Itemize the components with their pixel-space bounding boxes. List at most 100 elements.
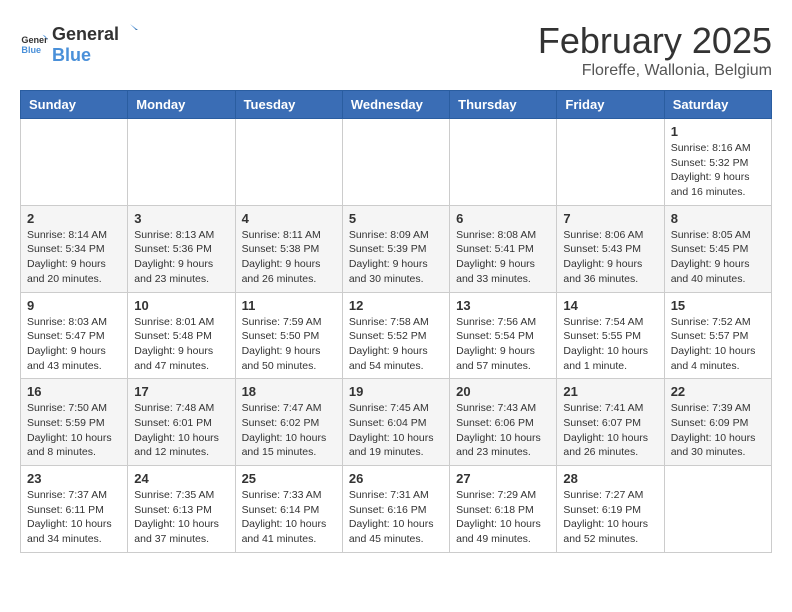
day-number: 14	[563, 298, 657, 313]
day-number: 3	[134, 211, 228, 226]
day-number: 16	[27, 384, 121, 399]
day-info: Sunrise: 7:33 AM Sunset: 6:14 PM Dayligh…	[242, 488, 336, 547]
day-info: Sunrise: 7:47 AM Sunset: 6:02 PM Dayligh…	[242, 401, 336, 460]
day-info: Sunrise: 7:54 AM Sunset: 5:55 PM Dayligh…	[563, 315, 657, 374]
day-number: 4	[242, 211, 336, 226]
calendar-week-row: 16 Sunrise: 7:50 AM Sunset: 5:59 PM Dayli…	[21, 379, 772, 466]
calendar-cell: 8Sunrise: 8:05 AM Sunset: 5:45 PM Daylig…	[664, 205, 771, 292]
day-number: 2	[27, 211, 121, 226]
day-number: 21	[563, 384, 657, 399]
calendar-cell: 3 Sunrise: 8:13 AM Sunset: 5:36 PM Daylig…	[128, 205, 235, 292]
weekday-header-tuesday: Tuesday	[235, 91, 342, 119]
day-info: Sunrise: 8:06 AM Sunset: 5:43 PM Dayligh…	[563, 228, 657, 287]
calendar-cell	[21, 119, 128, 206]
day-info: Sunrise: 7:35 AM Sunset: 6:13 PM Dayligh…	[134, 488, 228, 547]
day-info: Sunrise: 8:14 AM Sunset: 5:34 PM Dayligh…	[27, 228, 121, 287]
calendar-cell: 9 Sunrise: 8:03 AM Sunset: 5:47 PM Daylig…	[21, 292, 128, 379]
weekday-header-wednesday: Wednesday	[342, 91, 449, 119]
day-info: Sunrise: 8:01 AM Sunset: 5:48 PM Dayligh…	[134, 315, 228, 374]
calendar-cell: 4 Sunrise: 8:11 AM Sunset: 5:38 PM Daylig…	[235, 205, 342, 292]
day-number: 8	[671, 211, 765, 226]
day-number: 15	[671, 298, 765, 313]
calendar-header-row: SundayMondayTuesdayWednesdayThursdayFrid…	[21, 91, 772, 119]
day-info: Sunrise: 7:45 AM Sunset: 6:04 PM Dayligh…	[349, 401, 443, 460]
logo-icon: General Blue	[20, 29, 48, 57]
calendar-cell	[235, 119, 342, 206]
day-number: 18	[242, 384, 336, 399]
calendar-cell: 15 Sunrise: 7:52 AM Sunset: 5:57 PM Dayli…	[664, 292, 771, 379]
calendar-cell: 20 Sunrise: 7:43 AM Sunset: 6:06 PM Dayli…	[450, 379, 557, 466]
day-number: 1	[671, 124, 765, 139]
calendar-cell	[342, 119, 449, 206]
calendar-cell: 19Sunrise: 7:45 AM Sunset: 6:04 PM Dayli…	[342, 379, 449, 466]
calendar-cell: 13 Sunrise: 7:56 AM Sunset: 5:54 PM Dayli…	[450, 292, 557, 379]
logo-general-text: General	[52, 24, 119, 45]
logo: General Blue General Blue	[20, 20, 141, 66]
weekday-header-thursday: Thursday	[450, 91, 557, 119]
day-info: Sunrise: 7:59 AM Sunset: 5:50 PM Dayligh…	[242, 315, 336, 374]
calendar-cell: 25 Sunrise: 7:33 AM Sunset: 6:14 PM Dayli…	[235, 466, 342, 553]
day-number: 10	[134, 298, 228, 313]
weekday-header-sunday: Sunday	[21, 91, 128, 119]
calendar-cell: 28 Sunrise: 7:27 AM Sunset: 6:19 PM Dayli…	[557, 466, 664, 553]
header: General Blue General Blue February 2025 …	[20, 20, 772, 80]
calendar-cell	[557, 119, 664, 206]
calendar-cell: 18 Sunrise: 7:47 AM Sunset: 6:02 PM Dayli…	[235, 379, 342, 466]
calendar-cell: 17 Sunrise: 7:48 AM Sunset: 6:01 PM Dayli…	[128, 379, 235, 466]
calendar-cell: 23 Sunrise: 7:37 AM Sunset: 6:11 PM Dayli…	[21, 466, 128, 553]
calendar-cell: 5 Sunrise: 8:09 AM Sunset: 5:39 PM Daylig…	[342, 205, 449, 292]
day-number: 17	[134, 384, 228, 399]
calendar-week-row: 1 Sunrise: 8:16 AM Sunset: 5:32 PM Daylig…	[21, 119, 772, 206]
day-info: Sunrise: 7:31 AM Sunset: 6:16 PM Dayligh…	[349, 488, 443, 547]
day-number: 27	[456, 471, 550, 486]
day-number: 25	[242, 471, 336, 486]
day-info: Sunrise: 7:50 AM Sunset: 5:59 PM Dayligh…	[27, 401, 121, 460]
calendar-cell: 1 Sunrise: 8:16 AM Sunset: 5:32 PM Daylig…	[664, 119, 771, 206]
day-number: 22	[671, 384, 765, 399]
calendar-cell: 11 Sunrise: 7:59 AM Sunset: 5:50 PM Dayli…	[235, 292, 342, 379]
day-info: Sunrise: 8:11 AM Sunset: 5:38 PM Dayligh…	[242, 228, 336, 287]
calendar-cell	[450, 119, 557, 206]
day-info: Sunrise: 7:43 AM Sunset: 6:06 PM Dayligh…	[456, 401, 550, 460]
day-info: Sunrise: 7:39 AM Sunset: 6:09 PM Dayligh…	[671, 401, 765, 460]
day-info: Sunrise: 7:27 AM Sunset: 6:19 PM Dayligh…	[563, 488, 657, 547]
calendar-week-row: 2 Sunrise: 8:14 AM Sunset: 5:34 PM Daylig…	[21, 205, 772, 292]
day-info: Sunrise: 7:56 AM Sunset: 5:54 PM Dayligh…	[456, 315, 550, 374]
calendar-cell: 24 Sunrise: 7:35 AM Sunset: 6:13 PM Dayli…	[128, 466, 235, 553]
weekday-header-saturday: Saturday	[664, 91, 771, 119]
day-number: 9	[27, 298, 121, 313]
day-info: Sunrise: 8:16 AM Sunset: 5:32 PM Dayligh…	[671, 141, 765, 200]
day-number: 20	[456, 384, 550, 399]
day-number: 24	[134, 471, 228, 486]
calendar-cell: 7Sunrise: 8:06 AM Sunset: 5:43 PM Daylig…	[557, 205, 664, 292]
weekday-header-friday: Friday	[557, 91, 664, 119]
calendar-week-row: 23 Sunrise: 7:37 AM Sunset: 6:11 PM Dayli…	[21, 466, 772, 553]
calendar-cell: 26 Sunrise: 7:31 AM Sunset: 6:16 PM Dayli…	[342, 466, 449, 553]
day-info: Sunrise: 8:03 AM Sunset: 5:47 PM Dayligh…	[27, 315, 121, 374]
calendar-cell: 2 Sunrise: 8:14 AM Sunset: 5:34 PM Daylig…	[21, 205, 128, 292]
calendar-cell: 10 Sunrise: 8:01 AM Sunset: 5:48 PM Dayli…	[128, 292, 235, 379]
day-info: Sunrise: 8:08 AM Sunset: 5:41 PM Dayligh…	[456, 228, 550, 287]
day-info: Sunrise: 7:37 AM Sunset: 6:11 PM Dayligh…	[27, 488, 121, 547]
logo-blue-text: Blue	[52, 45, 91, 65]
subtitle: Floreffe, Wallonia, Belgium	[538, 62, 772, 80]
day-number: 26	[349, 471, 443, 486]
day-info: Sunrise: 7:41 AM Sunset: 6:07 PM Dayligh…	[563, 401, 657, 460]
calendar-cell: 16 Sunrise: 7:50 AM Sunset: 5:59 PM Dayli…	[21, 379, 128, 466]
day-number: 11	[242, 298, 336, 313]
svg-text:General: General	[21, 35, 48, 45]
day-info: Sunrise: 8:13 AM Sunset: 5:36 PM Dayligh…	[134, 228, 228, 287]
day-number: 5	[349, 211, 443, 226]
day-info: Sunrise: 7:48 AM Sunset: 6:01 PM Dayligh…	[134, 401, 228, 460]
day-number: 6	[456, 211, 550, 226]
day-number: 28	[563, 471, 657, 486]
svg-text:Blue: Blue	[21, 45, 41, 55]
day-info: Sunrise: 7:29 AM Sunset: 6:18 PM Dayligh…	[456, 488, 550, 547]
day-number: 23	[27, 471, 121, 486]
day-info: Sunrise: 8:09 AM Sunset: 5:39 PM Dayligh…	[349, 228, 443, 287]
day-info: Sunrise: 7:52 AM Sunset: 5:57 PM Dayligh…	[671, 315, 765, 374]
day-number: 13	[456, 298, 550, 313]
title-area: February 2025 Floreffe, Wallonia, Belgiu…	[538, 20, 772, 80]
calendar-week-row: 9 Sunrise: 8:03 AM Sunset: 5:47 PM Daylig…	[21, 292, 772, 379]
calendar-cell: 14 Sunrise: 7:54 AM Sunset: 5:55 PM Dayli…	[557, 292, 664, 379]
